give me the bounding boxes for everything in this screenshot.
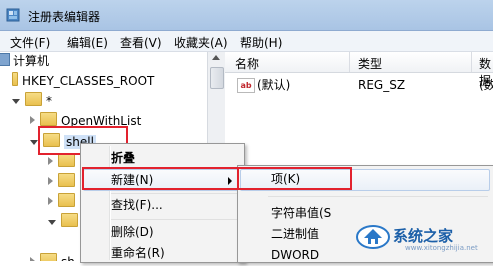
folder-icon: [40, 253, 57, 261]
column-name-header[interactable]: 名称: [235, 55, 259, 72]
key-item-highlight-box: [237, 167, 352, 190]
expand-arrow-icon[interactable]: [48, 220, 56, 225]
folder-icon: [58, 153, 75, 167]
tree-label: HKEY_CLASSES_ROOT: [22, 74, 155, 88]
expand-arrow-icon[interactable]: [12, 99, 20, 104]
value-data: (数: [479, 78, 493, 92]
folder-icon: [58, 193, 75, 207]
tree-item-hkcr[interactable]: HKEY_CLASSES_ROOT: [12, 72, 154, 90]
submenu-item-binary[interactable]: 二进制值: [271, 223, 319, 245]
menu-item-collapse[interactable]: 折叠: [111, 147, 135, 169]
menu-help[interactable]: 帮助(H): [240, 34, 282, 51]
collapse-arrow-icon[interactable]: [30, 257, 35, 261]
column-separator[interactable]: [349, 52, 350, 72]
collapse-arrow-icon[interactable]: [48, 157, 53, 165]
menu-favorites[interactable]: 收藏夹(A): [174, 34, 228, 51]
regedit-app-icon: [6, 8, 20, 22]
value-row-default[interactable]: ab (默认) REG_SZ (数: [225, 76, 493, 94]
tree-label: *: [46, 94, 52, 108]
tree-item-sh[interactable]: sh: [30, 253, 75, 261]
menu-view[interactable]: 查看(V): [120, 34, 162, 51]
folder-icon: [12, 72, 18, 86]
computer-icon: [0, 53, 10, 66]
value-name: (默认): [257, 78, 291, 92]
tree-item-child[interactable]: [48, 213, 82, 231]
submenu-item-dword[interactable]: DWORD: [271, 244, 319, 266]
value-type: REG_SZ: [358, 78, 406, 92]
tree-item-child[interactable]: [48, 153, 79, 171]
new-item-highlight-box: [82, 167, 239, 190]
tree-item-child[interactable]: [48, 193, 79, 211]
menu-bar: 文件(F) 编辑(E) 查看(V) 收藏夹(A) 帮助(H): [0, 31, 493, 52]
folder-icon: [25, 92, 42, 106]
menu-item-delete[interactable]: 删除(D): [111, 221, 154, 243]
folder-icon: [40, 112, 57, 126]
column-type-header[interactable]: 类型: [358, 55, 382, 72]
context-menu: 折叠 新建(N) 查找(F)... 删除(D) 重命名(R): [80, 143, 245, 263]
title-bar: 注册表编辑器: [0, 0, 493, 31]
folder-icon: [58, 173, 75, 187]
tree-item-star[interactable]: *: [12, 92, 52, 110]
menu-edit[interactable]: 编辑(E): [67, 34, 108, 51]
watermark-logo-icon: [356, 225, 390, 249]
watermark-text: 系统之家: [393, 227, 454, 245]
collapse-arrow-icon[interactable]: [30, 116, 35, 124]
watermark-url: www.xitongzhijia.net: [405, 244, 478, 252]
menu-item-find[interactable]: 查找(F)...: [111, 194, 163, 216]
collapse-arrow-icon[interactable]: [48, 177, 53, 185]
tree-label: 计算机: [13, 54, 50, 68]
submenu-item-string[interactable]: 字符串值(S: [271, 202, 331, 224]
menu-file[interactable]: 文件(F): [10, 34, 50, 51]
folder-icon: [61, 213, 78, 227]
tree-item-computer[interactable]: 计算机: [0, 52, 49, 70]
tree-item-child[interactable]: [48, 173, 79, 191]
string-value-icon: ab: [237, 78, 255, 93]
expand-arrow-icon[interactable]: [30, 140, 38, 145]
column-separator[interactable]: [471, 52, 472, 72]
window-title: 注册表编辑器: [28, 10, 101, 24]
scrollbar-thumb[interactable]: [210, 67, 224, 89]
menu-separator: [268, 196, 488, 197]
values-list-header: 名称 类型 数据: [225, 52, 493, 88]
watermark: 系统之家 www.xitongzhijia.net: [355, 219, 485, 253]
tree-label: sh: [61, 255, 75, 261]
menu-separator: [111, 219, 239, 220]
collapse-arrow-icon[interactable]: [48, 197, 53, 205]
scroll-up-arrow-icon[interactable]: [212, 55, 220, 60]
